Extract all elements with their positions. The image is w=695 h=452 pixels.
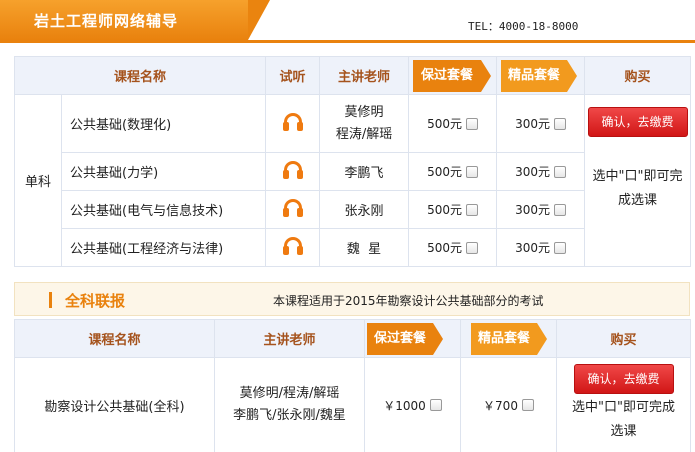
section-title: 全科联报 — [65, 292, 126, 310]
col-header-premium-package: 精品套餐 — [460, 319, 557, 358]
headphones-icon[interactable] — [282, 112, 304, 132]
pass-price: 500元 — [427, 117, 462, 131]
premium-price-cell: 300元 — [496, 228, 586, 267]
course-name: 公共基础(工程经济与法律) — [60, 228, 267, 267]
col-header-pass-package: 保过套餐 — [408, 56, 498, 95]
col-header-course: 课程名称 — [13, 56, 267, 95]
course-name: 公共基础(力学) — [60, 152, 267, 191]
pass-price: 500元 — [427, 165, 462, 179]
premium-price: 300元 — [515, 203, 550, 217]
teacher-name: 程涛/解瑶 — [335, 126, 393, 142]
col-header-trial: 试听 — [265, 56, 321, 95]
trial-cell — [265, 152, 321, 191]
col-header-buy: 购买 — [584, 56, 692, 95]
section-note: 本课程适用于2015年勘察设计公共基础部分的考试 — [273, 294, 544, 308]
buy-note: 选中"口"即可完成选课 — [592, 169, 683, 208]
col-header-premium-package: 精品套餐 — [496, 56, 586, 95]
course-name: 勘察设计公共基础(全科) — [14, 357, 215, 452]
teacher-name: 莫修明 — [344, 104, 384, 120]
pass-package-checkbox[interactable] — [465, 241, 478, 254]
pass-price-cell: 500元 — [408, 190, 498, 229]
col-header-pass-package: 保过套餐 — [364, 319, 461, 358]
confirm-pay-button[interactable]: 确认，去缴费 — [573, 364, 674, 394]
pass-price: ￥1000 — [383, 398, 426, 413]
headphones-icon[interactable] — [282, 160, 304, 180]
trial-cell — [265, 94, 321, 153]
teacher-names: 莫修明/程涛/解瑶 — [239, 386, 340, 401]
pass-price: 500元 — [427, 241, 462, 255]
teacher-cell: 莫修明/程涛/解瑶 李鹏飞/张永刚/魏星 — [214, 357, 365, 452]
teacher-name: 魏 星 — [319, 228, 410, 267]
premium-package-checkbox[interactable] — [553, 203, 566, 216]
col-header-buy: 购买 — [556, 319, 691, 358]
premium-package-checkbox[interactable] — [521, 399, 534, 411]
teacher-names: 李鹏飞/张永刚/魏星 — [233, 408, 346, 423]
pass-package-badge: 保过套餐 — [413, 60, 492, 92]
premium-price: 300元 — [515, 241, 550, 255]
course-name: 公共基础(数理化) — [60, 94, 267, 153]
pass-package-checkbox[interactable] — [429, 399, 442, 411]
premium-price: 300元 — [515, 117, 550, 131]
header-divider — [0, 40, 695, 43]
telephone-number: TEL：4000-18-8000 — [468, 20, 579, 33]
trial-cell — [265, 228, 321, 267]
table-row: 勘察设计公共基础(全科) 莫修明/程涛/解瑶 李鹏飞/张永刚/魏星 ￥1000 … — [14, 357, 691, 452]
pass-package-checkbox[interactable] — [465, 165, 478, 178]
headphones-icon[interactable] — [282, 198, 304, 218]
pass-price-cell: 500元 — [408, 228, 498, 267]
confirm-pay-button[interactable]: 确认，去缴费 — [587, 107, 688, 137]
premium-price: 300元 — [515, 165, 550, 179]
pass-package-checkbox[interactable] — [465, 203, 478, 216]
course-name: 公共基础(电气与信息技术) — [60, 190, 267, 229]
buy-cell: 确认，去缴费 选中"口"即可完成选课 — [584, 94, 692, 267]
premium-price: ￥700 — [483, 398, 518, 413]
pass-price-cell: 500元 — [408, 152, 498, 191]
pass-package-badge: 保过套餐 — [367, 323, 443, 355]
page-title: 岩土工程师网络辅导 — [34, 12, 179, 30]
header-tab: 岩土工程师网络辅导 — [0, 0, 270, 40]
section-accent-bar — [49, 292, 52, 308]
col-header-course: 课程名称 — [14, 319, 215, 358]
premium-package-checkbox[interactable] — [553, 117, 566, 130]
col-header-teacher: 主讲老师 — [319, 56, 410, 95]
premium-package-checkbox[interactable] — [553, 165, 566, 178]
pass-price-cell: ￥1000 — [364, 357, 461, 452]
trial-cell — [265, 190, 321, 229]
top-header: 岩土工程师网络辅导 TEL：4000-18-8000 — [0, 0, 695, 44]
teacher-name: 张永刚 — [319, 190, 410, 229]
pass-package-checkbox[interactable] — [465, 117, 478, 130]
col-header-teacher: 主讲老师 — [214, 319, 365, 358]
premium-price-cell: ￥700 — [460, 357, 557, 452]
pass-price: 500元 — [427, 203, 462, 217]
premium-price-cell: 300元 — [496, 152, 586, 191]
single-subject-table: 课程名称 试听 主讲老师 保过套餐 精品套餐 购买 单科 公共基础(数理化) 莫… — [13, 56, 692, 267]
category-single: 单科 — [14, 94, 62, 267]
buy-note: 选中"口"即可完成选课 — [572, 400, 675, 439]
premium-package-badge: 精品套餐 — [471, 323, 547, 355]
table-row: 单科 公共基础(数理化) 莫修明 程涛/解瑶 500元 300元 确认，去缴费 … — [14, 94, 692, 267]
premium-package-checkbox[interactable] — [553, 241, 566, 254]
buy-cell: 确认，去缴费 选中"口"即可完成选课 — [556, 357, 691, 452]
premium-price-cell: 300元 — [496, 94, 586, 153]
pass-price-cell: 500元 — [408, 94, 498, 153]
teacher-cell: 莫修明 程涛/解瑶 — [319, 94, 410, 153]
full-package-section-header: 全科联报 本课程适用于2015年勘察设计公共基础部分的考试 — [14, 282, 690, 316]
premium-package-badge: 精品套餐 — [501, 60, 578, 92]
full-package-table: 课程名称 主讲老师 保过套餐 精品套餐 购买 勘察设计公共基础(全科) 莫修明/… — [14, 319, 691, 452]
headphones-icon[interactable] — [282, 236, 304, 256]
teacher-name: 李鹏飞 — [319, 152, 410, 191]
premium-price-cell: 300元 — [496, 190, 586, 229]
